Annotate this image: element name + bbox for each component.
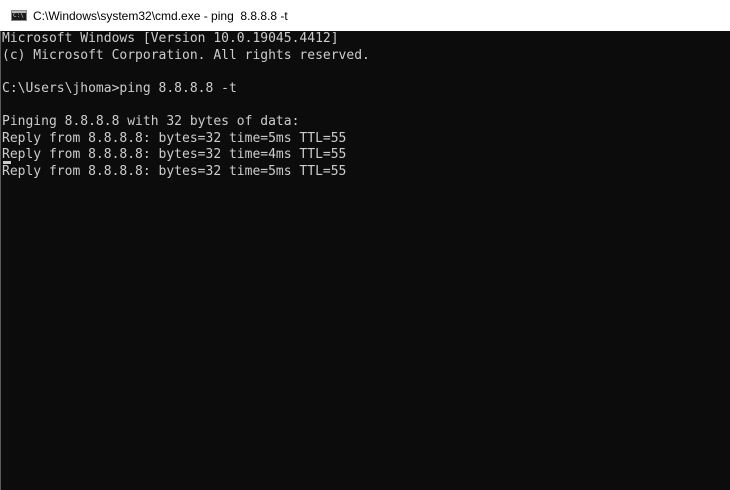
window-title: C:\Windows\system32\cmd.exe - ping 8.8.8… bbox=[33, 8, 288, 23]
window-left-border bbox=[0, 31, 1, 490]
console-line-blank bbox=[2, 64, 730, 81]
cmd-icon[interactable]: C:\ bbox=[11, 10, 27, 21]
title-bar[interactable]: C:\ C:\Windows\system32\cmd.exe - ping 8… bbox=[0, 0, 730, 31]
console-line-reply: Reply from 8.8.8.8: bytes=32 time=4ms TT… bbox=[2, 147, 347, 163]
console-area[interactable]: Microsoft Windows [Version 10.0.19045.44… bbox=[0, 31, 730, 490]
console-line-version: Microsoft Windows [Version 10.0.19045.44… bbox=[2, 31, 339, 46]
console-line-pinging: Pinging 8.8.8.8 with 32 bytes of data: bbox=[2, 113, 300, 129]
cmd-window: C:\ C:\Windows\system32\cmd.exe - ping 8… bbox=[0, 0, 730, 490]
console-line-blank bbox=[2, 97, 730, 114]
console-output: Microsoft Windows [Version 10.0.19045.44… bbox=[0, 31, 730, 180]
console-line-reply: Reply from 8.8.8.8: bytes=32 time=5ms TT… bbox=[2, 163, 347, 179]
cmd-icon-prompt: C:\ bbox=[13, 12, 24, 19]
text-cursor bbox=[3, 161, 11, 164]
console-line-command: C:\Users\jhoma>ping 8.8.8.8 -t bbox=[2, 80, 237, 96]
console-line-reply: Reply from 8.8.8.8: bytes=32 time=5ms TT… bbox=[2, 130, 347, 146]
console-line-copyright: (c) Microsoft Corporation. All rights re… bbox=[2, 47, 370, 63]
